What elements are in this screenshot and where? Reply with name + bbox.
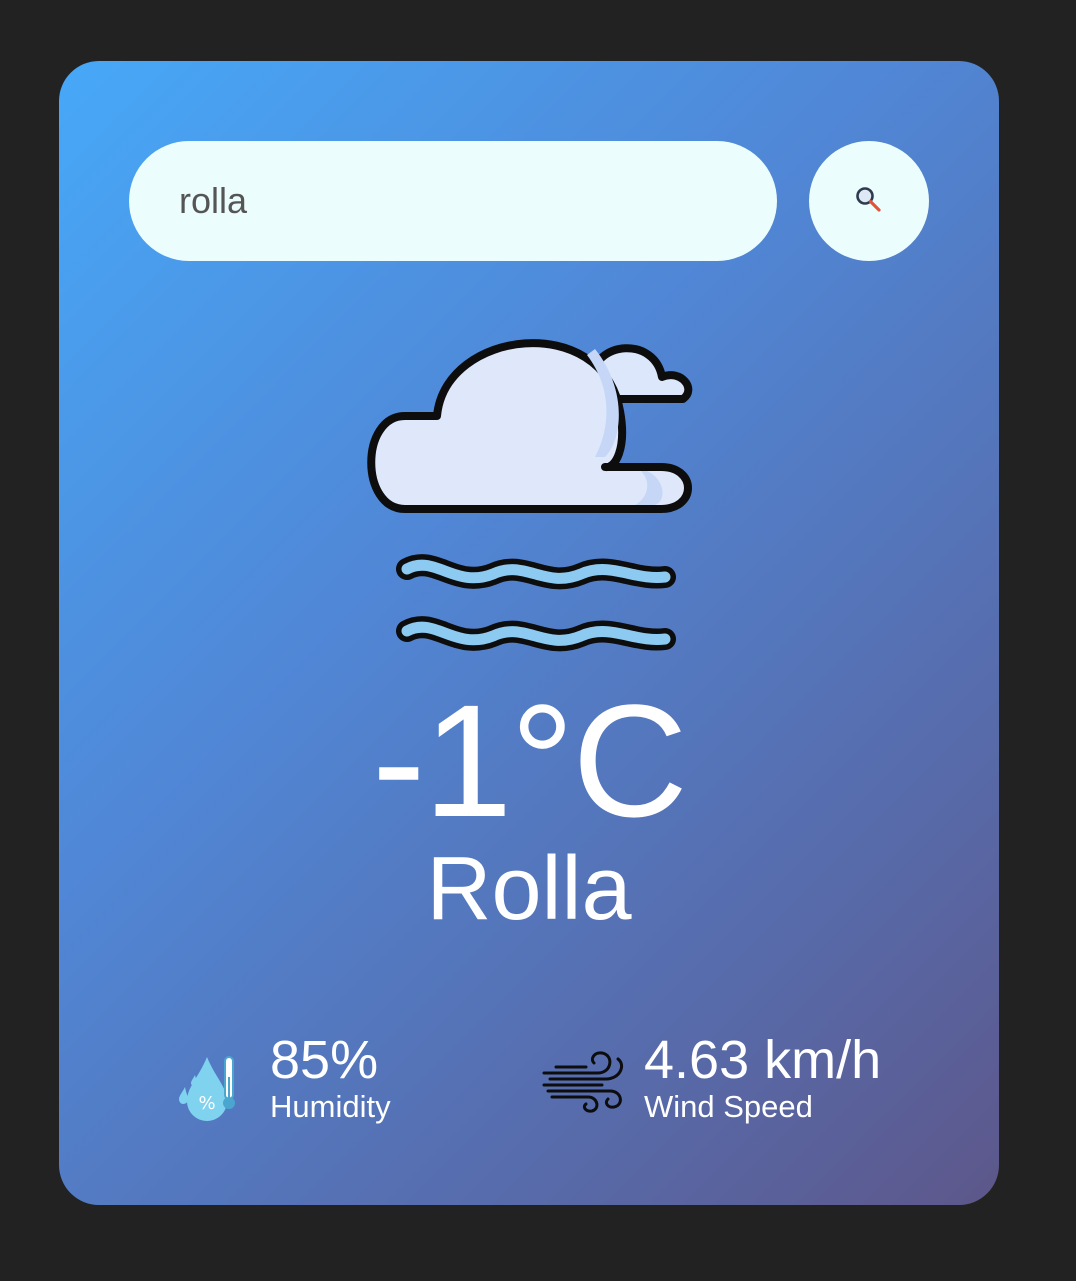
city-name: Rolla	[426, 839, 632, 939]
humidity-label: Humidity	[270, 1089, 391, 1124]
svg-text:%: %	[198, 1093, 215, 1114]
temperature: -1°C	[372, 671, 688, 850]
search-bar	[129, 141, 929, 261]
mist-cloud-icon	[365, 319, 695, 664]
wind-label: Wind Speed	[644, 1089, 813, 1124]
search-icon	[854, 185, 884, 218]
humidity-icon: %	[177, 1049, 239, 1126]
search-input[interactable]	[129, 141, 777, 261]
weather-card: -1°C Rolla % 85% Humidity	[59, 61, 999, 1205]
wind-value: 4.63 km/h	[644, 1030, 882, 1090]
wind-icon	[542, 1049, 626, 1118]
humidity-value: 85%	[270, 1030, 379, 1090]
search-button[interactable]	[809, 141, 929, 261]
